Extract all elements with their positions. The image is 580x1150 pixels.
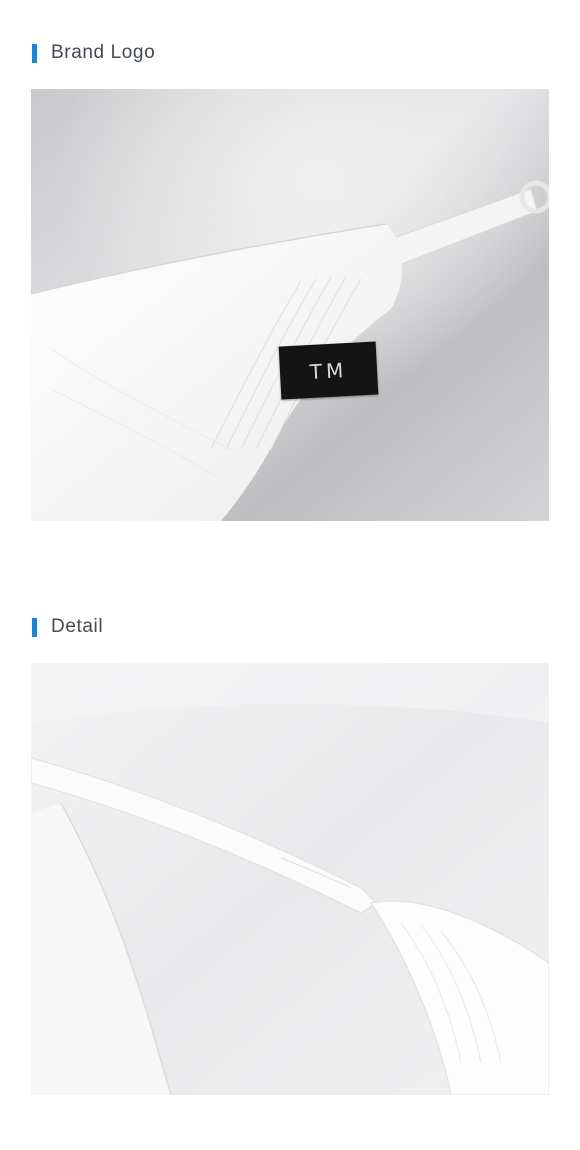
product-detail-page: Brand Logo TM Detail (0, 0, 580, 1150)
brand-logo-photo: TM (31, 89, 549, 521)
section-title: Brand Logo (51, 42, 156, 63)
accent-bar (32, 617, 37, 637)
brand-logo-image (31, 89, 549, 521)
brand-tag-label: TM (278, 341, 379, 400)
accent-bar (32, 43, 37, 63)
detail-image (31, 663, 549, 1095)
section-header-brand-logo: Brand Logo (32, 42, 155, 64)
section-header-detail: Detail (32, 616, 103, 638)
detail-photo (31, 663, 549, 1095)
section-title: Detail (51, 616, 104, 637)
